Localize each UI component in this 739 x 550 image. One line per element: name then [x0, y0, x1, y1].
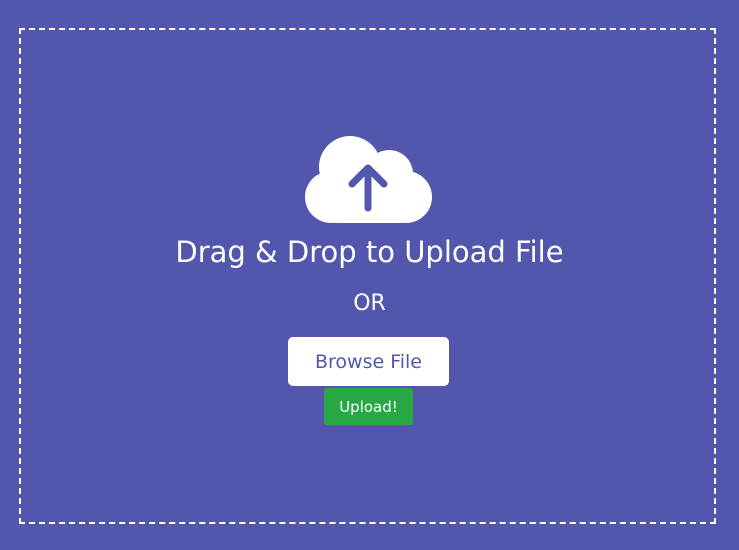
- file-drop-zone[interactable]: [19, 28, 716, 524]
- or-divider-text: OR: [353, 291, 386, 316]
- cloud-upload-icon: [305, 136, 432, 223]
- upload-button[interactable]: Upload!: [324, 388, 413, 425]
- page-title: Drag & Drop to Upload File: [175, 235, 564, 269]
- browse-file-button[interactable]: Browse File: [288, 337, 449, 386]
